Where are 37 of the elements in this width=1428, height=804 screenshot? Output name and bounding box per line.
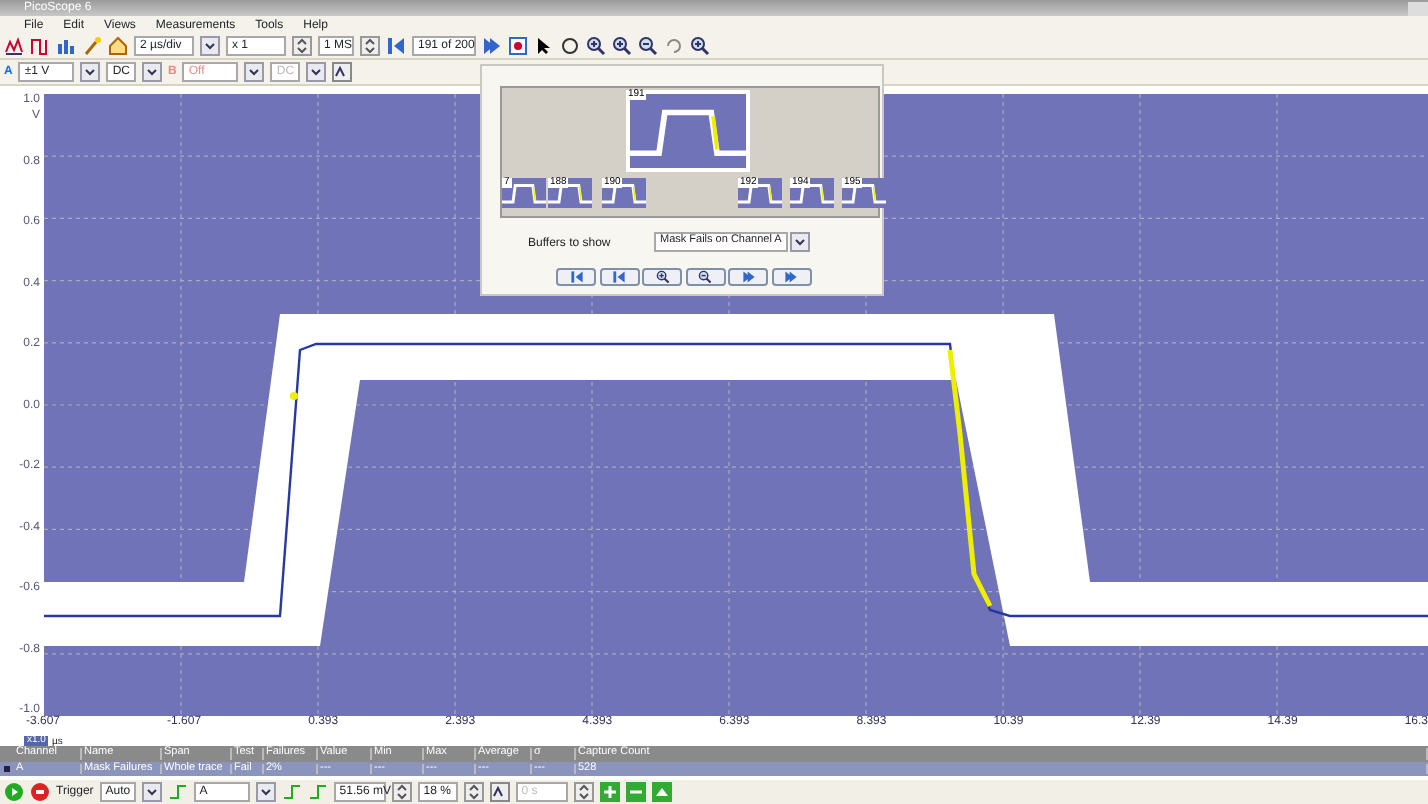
previous-buffer-icon[interactable] [386, 36, 406, 56]
zoom-in-icon [655, 270, 669, 284]
spin-buttons[interactable] [292, 36, 312, 56]
falling-edge-icon[interactable] [307, 782, 328, 802]
delay-icon[interactable] [489, 782, 510, 802]
skip-back-icon [569, 270, 583, 284]
remove-icon[interactable] [625, 782, 646, 802]
wand-icon[interactable] [82, 36, 102, 56]
spin-buttons[interactable] [391, 782, 412, 802]
zoom-out-icon[interactable] [638, 36, 658, 56]
spin-buttons[interactable] [360, 36, 380, 56]
up-icon[interactable] [651, 782, 672, 802]
first-buffer-button[interactable] [556, 268, 596, 286]
add-icon[interactable] [599, 782, 620, 802]
zoom-in-icon[interactable] [612, 36, 632, 56]
persistence-icon[interactable] [30, 36, 50, 56]
zoom-out-button[interactable] [685, 268, 725, 286]
spin-buttons[interactable] [573, 782, 594, 802]
last-buffer-button[interactable] [771, 268, 811, 286]
skip-back-icon [612, 270, 626, 284]
fast-forward-icon [741, 270, 755, 284]
zoom-out-icon [698, 270, 712, 284]
next-buffer-icon[interactable] [482, 36, 502, 56]
zoom-icon[interactable] [586, 36, 606, 56]
zoom-fit-icon[interactable] [690, 36, 710, 56]
stop-icon[interactable] [30, 782, 50, 802]
zoom-in-button[interactable] [642, 268, 682, 286]
fast-forward-icon [784, 270, 798, 284]
row-marker [4, 766, 10, 772]
spin-buttons[interactable] [463, 782, 484, 802]
buffer-navigator-icon[interactable] [508, 36, 528, 56]
previous-buffer-button[interactable] [599, 268, 639, 286]
start-icon[interactable] [4, 782, 24, 802]
scope-view-icon[interactable] [4, 36, 24, 56]
pointer-icon[interactable] [534, 36, 554, 56]
spectrum-icon[interactable] [56, 36, 76, 56]
next-buffer-button[interactable] [728, 268, 768, 286]
